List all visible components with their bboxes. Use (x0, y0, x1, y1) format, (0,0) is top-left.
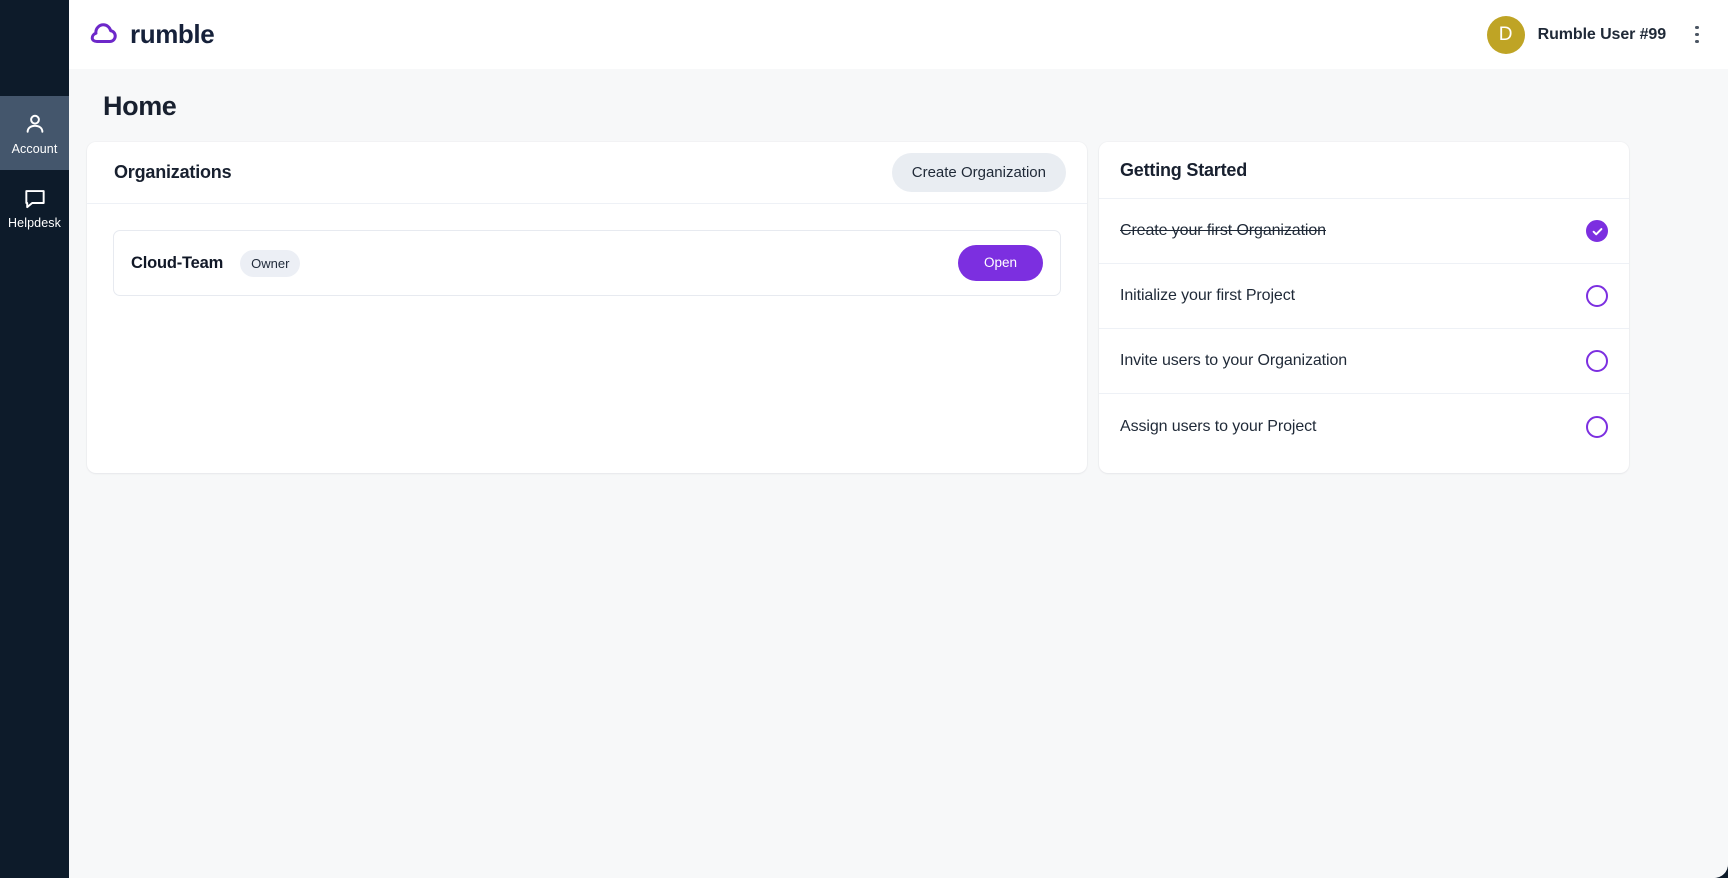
getting-started-item-2-label: Invite users to your Organization (1120, 352, 1348, 369)
kebab-dot-3 (1695, 39, 1699, 43)
open-organization-button[interactable]: Open (957, 245, 1043, 281)
user-menu[interactable]: D Rumble User #99 (1486, 15, 1666, 54)
sidebar-item-helpdesk[interactable]: Helpdesk (0, 170, 69, 244)
getting-started-item-1[interactable]: Initialize your first Project (1099, 264, 1629, 329)
top-header: rumble D Rumble User #99 (69, 0, 1728, 69)
getting-started-item-0[interactable]: Create your first Organization (1099, 199, 1629, 264)
getting-started-item-2[interactable]: Invite users to your Organization (1099, 329, 1629, 394)
organizations-card: Organizations Create Organization Cloud-… (87, 142, 1087, 473)
chat-bubble-icon (22, 185, 48, 211)
brand-wordmark: rumble (130, 19, 215, 49)
getting-started-item-3[interactable]: Assign users to your Project (1099, 394, 1629, 459)
organizations-title: Organizations (114, 162, 232, 182)
getting-started-title: Getting Started (1120, 159, 1248, 180)
getting-started-header: Getting Started (1099, 142, 1629, 199)
page-title: Home (103, 91, 177, 121)
kebab-dot-2 (1695, 32, 1699, 37)
cloud-logo-icon (87, 18, 120, 51)
sidebar-item-account[interactable]: Account (0, 96, 69, 170)
user-name-label: Rumble User #99 (1537, 25, 1666, 43)
kebab-dot-1 (1695, 26, 1699, 30)
getting-started-card: Getting Started Create your first Organi… (1099, 142, 1629, 473)
organizations-list: Cloud-Team Owner Open (87, 204, 1087, 296)
sidebar-item-account-label: Account (11, 141, 58, 156)
getting-started-item-0-label: Create your first Organization (1120, 222, 1326, 239)
organizations-header: Organizations Create Organization (87, 142, 1087, 204)
main-content: Home Organizations Create Organization C… (69, 69, 1728, 878)
check-circle-filled-icon[interactable] (1586, 220, 1608, 242)
organization-row[interactable]: Cloud-Team Owner Open (113, 230, 1061, 296)
brand-logo[interactable]: rumble (87, 18, 215, 51)
app-window: Account Helpdesk rumble D Rumble User #9 (0, 0, 1728, 878)
organization-name: Cloud-Team (131, 253, 224, 272)
avatar: D (1486, 15, 1525, 54)
left-sidebar: Account Helpdesk (0, 0, 69, 878)
circle-empty-icon[interactable] (1586, 285, 1608, 307)
circle-empty-icon[interactable] (1586, 415, 1608, 438)
status-badge: Owner (240, 249, 301, 277)
person-icon (22, 111, 48, 137)
content-columns: Organizations Create Organization Cloud-… (87, 142, 1710, 473)
getting-started-item-3-label: Assign users to your Project (1120, 417, 1317, 435)
kebab-menu-icon[interactable] (1684, 16, 1710, 54)
create-organization-button[interactable]: Create Organization (891, 153, 1066, 192)
sidebar-item-helpdesk-label: Helpdesk (8, 215, 61, 230)
circle-empty-icon[interactable] (1586, 350, 1608, 372)
getting-started-item-1-label: Initialize your first Project (1120, 287, 1295, 304)
